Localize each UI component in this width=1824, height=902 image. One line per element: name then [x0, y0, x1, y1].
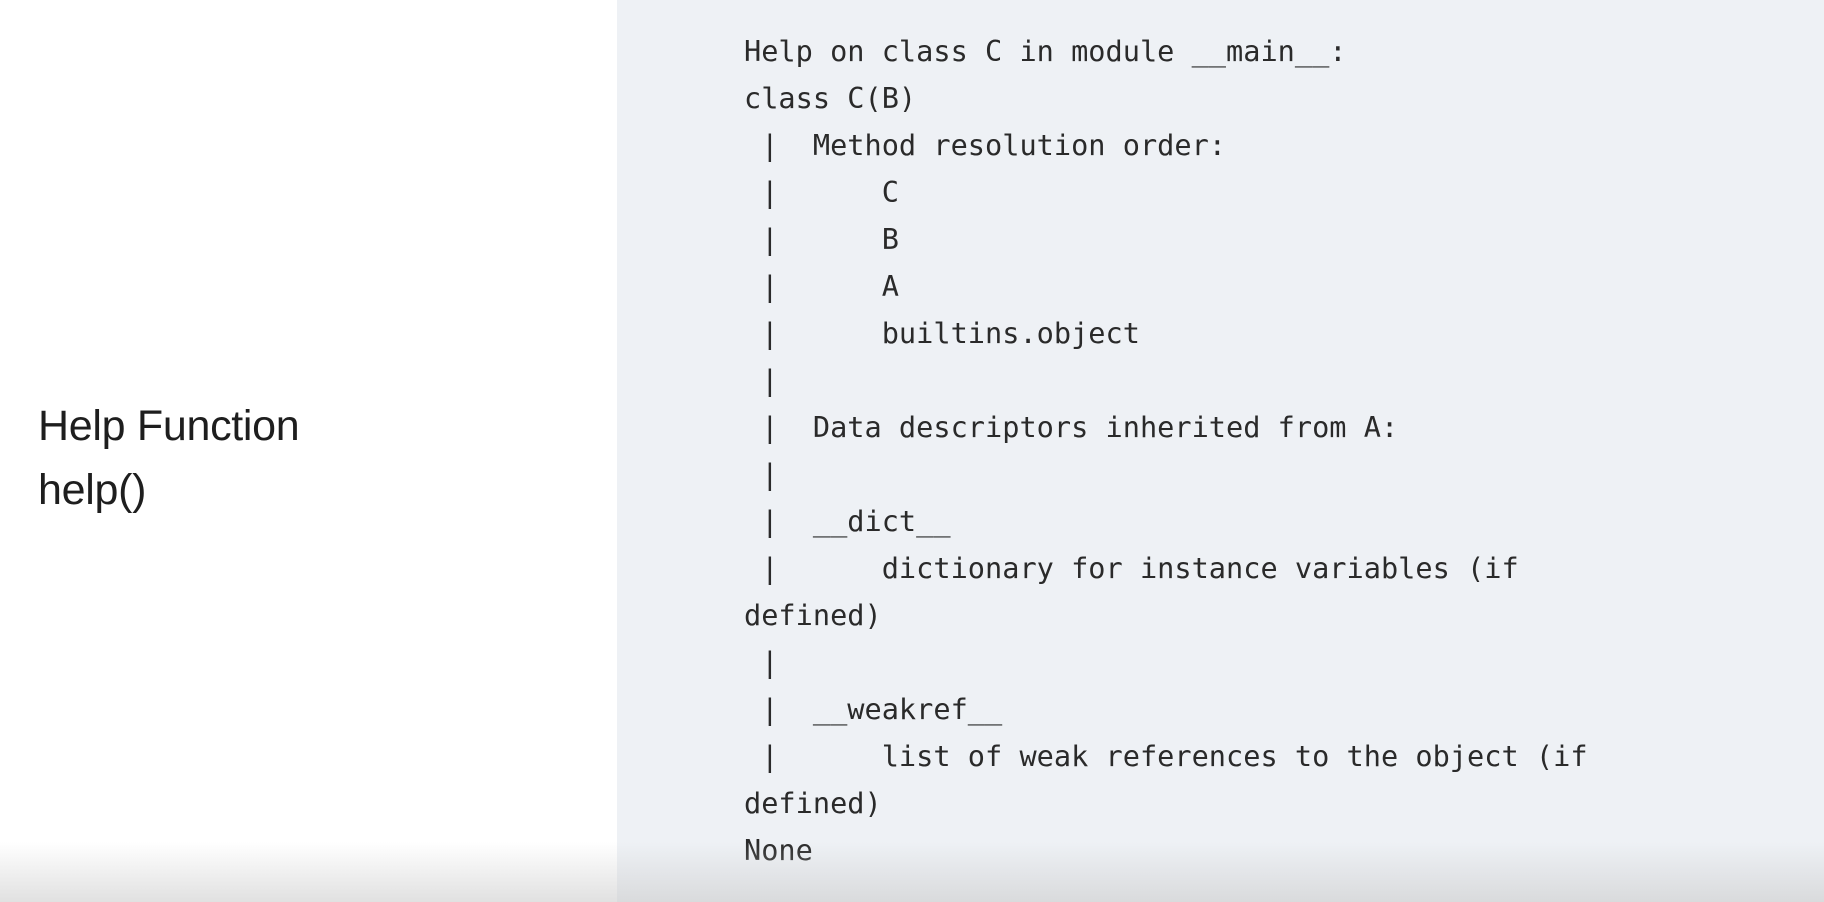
- code-line: |: [744, 645, 779, 679]
- code-line: | B: [744, 222, 899, 256]
- slide: Help Function help() Help on class C in …: [0, 0, 1824, 902]
- code-line: |: [744, 457, 779, 491]
- code-line: | Data descriptors inherited from A:: [744, 410, 1399, 444]
- code-line: | Method resolution order:: [744, 128, 1227, 162]
- help-output: Help on class C in module __main__:class…: [744, 28, 1588, 874]
- code-line: Help on class C in module __main__:: [744, 34, 1347, 68]
- code-line: | list of weak references to the object …: [744, 739, 1588, 773]
- code-line: | __weakref__: [744, 692, 1003, 726]
- code-line: defined): [744, 598, 882, 632]
- slide-title: Help Function help(): [38, 394, 300, 522]
- code-line: None: [744, 833, 813, 867]
- title-panel: Help Function help(): [0, 0, 617, 902]
- code-line: | A: [744, 269, 899, 303]
- code-line: class C(B): [744, 81, 917, 115]
- code-line: | dictionary for instance variables (if: [744, 551, 1519, 585]
- code-line: | __dict__: [744, 504, 951, 538]
- code-line: |: [744, 363, 779, 397]
- code-panel: Help on class C in module __main__:class…: [617, 0, 1824, 902]
- title-heading: Help Function: [38, 402, 300, 450]
- code-line: | C: [744, 175, 899, 209]
- title-function-name: help(): [38, 466, 147, 514]
- code-line: defined): [744, 786, 882, 820]
- code-line: | builtins.object: [744, 316, 1140, 350]
